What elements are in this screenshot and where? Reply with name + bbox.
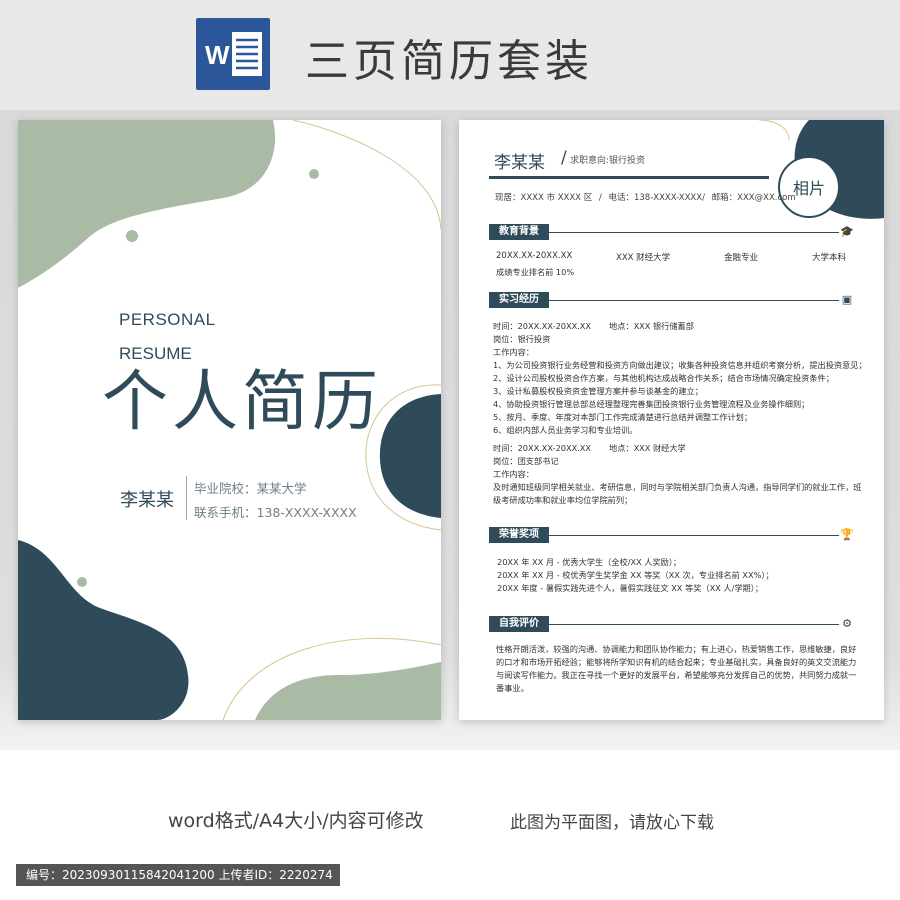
section-self-eval-title: 自我评价 — [489, 616, 549, 632]
job-intent: 求职意向:银行投资 — [570, 156, 646, 166]
section-internship-title: 实习经历 — [489, 292, 549, 308]
cover-school: 毕业院校：某某大学 — [194, 481, 307, 496]
section-education: 教育背景 🎓 — [489, 224, 854, 240]
edu-rank: 成绩专业排名前 10% — [496, 267, 575, 277]
section-line — [549, 535, 839, 536]
self-eval-line: 番事业。 — [496, 683, 529, 693]
edu-major: 金融专业 — [724, 253, 759, 263]
section-honors-title: 荣誉奖项 — [489, 527, 549, 543]
intern1-place: 地点：XXX 银行储蓄部 — [609, 321, 694, 331]
cover-personal-label: PERSONAL — [119, 310, 216, 329]
briefcase-icon: ▣ — [841, 293, 853, 306]
cover-title: 个人简历 — [102, 363, 382, 440]
format-note: word格式/A4大小/内容可修改 — [168, 810, 424, 832]
contact-phone: 电话：138-XXXX-XXXX/ — [608, 193, 705, 203]
word-icon-letter: W — [205, 40, 230, 70]
gear-icon: ⚙ — [842, 617, 852, 630]
banner-title: 三页简历套装 — [305, 36, 593, 87]
self-eval-line: 的口才和市场开拓经验；能够将所学知识有机的结合起来；专业基础扎实，具备良好的英文… — [496, 657, 857, 667]
intern2-line: 及时通知班级同学相关就业、考研信息，同时与学院相关部门负责人沟通，指导同学们的就… — [493, 482, 862, 492]
honor-item: 20XX 年 XX 月 - 优秀大学生（全校/XX 人奖励）； — [497, 557, 682, 567]
intern1-time: 时间：20XX.XX-20XX.XX — [493, 321, 592, 331]
contact-address: 现居：XXXX 市 XXXX 区 — [495, 193, 593, 203]
intern2-time: 时间：20XX.XX-20XX.XX — [493, 443, 592, 453]
photo-placeholder: 相片 — [778, 156, 840, 218]
word-icon: W — [196, 18, 270, 90]
intern1-line: 6、组织内部人员业务学习和专业培训。 — [493, 425, 638, 435]
section-honors: 荣誉奖项 🏆 — [489, 527, 854, 543]
honor-item: 20XX 年 XX 月 - 校优秀学生奖学金 XX 等奖（XX 次，专业排名前 … — [497, 570, 774, 580]
section-line — [549, 232, 839, 233]
cover-page: PERSONAL RESUME 个人简历 李某某 毕业院校：某某大学 联系手机：… — [18, 120, 441, 720]
section-internship: 实习经历 ▣ — [489, 292, 854, 308]
section-line — [549, 624, 839, 625]
intern2-post: 岗位：团支部书记 — [493, 456, 559, 466]
download-note: 此图为平面图，请放心下载 — [510, 813, 714, 833]
section-line — [549, 300, 839, 301]
contact-email: 邮箱：XXX@XX.com — [711, 193, 796, 203]
intern2-place: 地点：XXX 财经大学 — [609, 443, 686, 453]
honor-item: 20XX 年度 - 暑假实践先进个人，暑假实践征文 XX 等奖（XX 人/学期）… — [497, 583, 763, 593]
intern1-post: 岗位：银行投资 — [493, 334, 551, 344]
resume-name-slash: / — [561, 148, 567, 168]
trophy-icon: 🏆 — [840, 528, 854, 541]
top-banner: W 三页简历套装 — [0, 0, 900, 110]
edu-degree: 大学本科 — [812, 253, 847, 263]
self-eval-line: 与阅读写作能力。我正在寻找一个更好的发展平台，希望能够充分发挥自己的优势，共同努… — [496, 670, 857, 680]
self-eval-line: 性格开朗活泼，较强的沟通、协调能力和团队协作能力；有上进心，热爱销售工作，思维敏… — [496, 644, 857, 654]
intern1-content-label: 工作内容： — [493, 347, 534, 357]
contact-separator: / — [598, 193, 602, 203]
resume-name: 李某某 — [494, 153, 545, 173]
upload-id-bar: 编号：20230930115842041200 上传者ID：2220274 — [16, 864, 340, 886]
header-bar — [489, 176, 769, 179]
graduation-cap-icon: 🎓 — [840, 225, 854, 238]
cover-name: 李某某 — [120, 490, 174, 511]
resume-page: 相片 李某某 / 求职意向:银行投资 现居：XXXX 市 XXXX 区 / 电话… — [459, 120, 884, 720]
section-self-eval: 自我评价 ⚙ — [489, 616, 854, 632]
intern1-line: 4、协助投资银行管理总部总经理整理完善集团投资银行业务管理流程及业务操作细则； — [493, 399, 810, 409]
intern2-content-label: 工作内容： — [493, 469, 534, 479]
edu-date: 20XX.XX-20XX.XX — [496, 251, 573, 261]
cover-divider — [186, 476, 187, 520]
section-education-title: 教育背景 — [489, 224, 549, 240]
intern1-line: 2、设计公司股权投资合作方案，与其他机构达成战略合作关系；结合市场情况确定投资条… — [493, 373, 834, 383]
edu-school: XXX 财经大学 — [616, 253, 671, 263]
cover-phone: 联系手机：138-XXXX-XXXX — [194, 505, 357, 520]
intern1-line: 3、设计私募股权投资资金管理方案并参与谈基金的建立； — [493, 386, 703, 396]
contact-line: 现居：XXXX 市 XXXX 区 / 电话：138-XXXX-XXXX/ 邮箱：… — [495, 191, 800, 203]
intern1-line: 5、按月、季度、年度对本部门工作完成清楚进行总结并调整工作计划； — [493, 412, 753, 422]
intern1-line: 1、为公司投资银行业务经营和投资方向做出建议；收集各种投资信息并组织考察分析，提… — [493, 360, 867, 370]
intern2-line: 级考研成功率和就业率均位学院前列； — [493, 495, 633, 505]
